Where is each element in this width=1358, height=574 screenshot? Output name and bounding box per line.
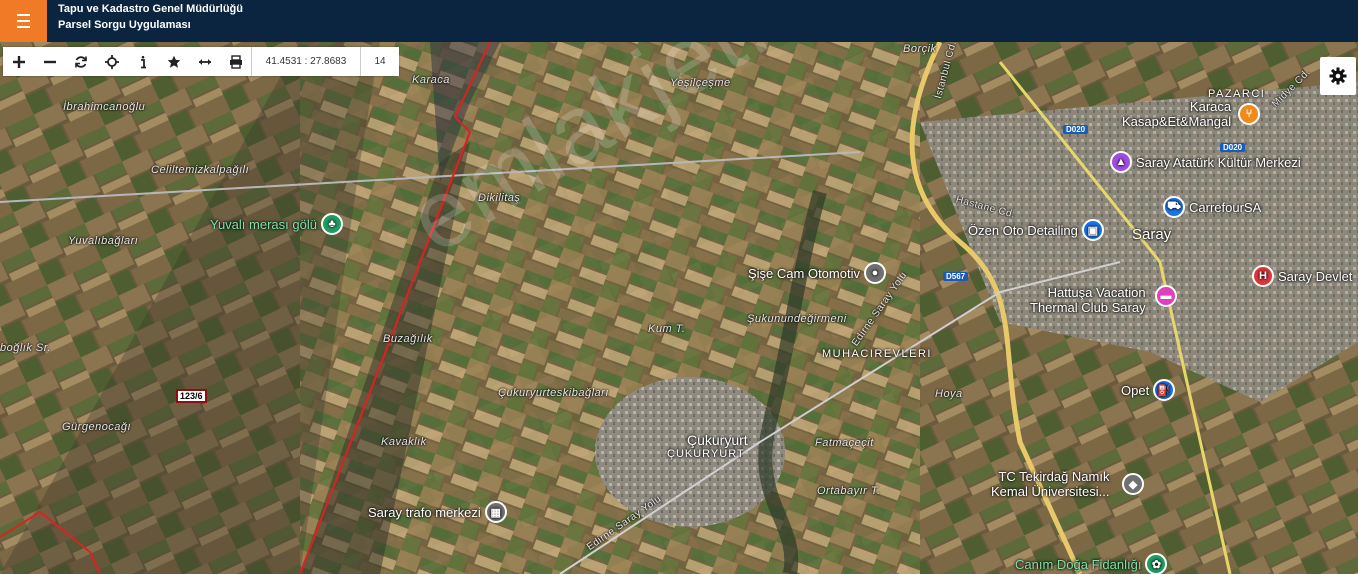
shopping-cart-icon: ⛟: [1163, 196, 1185, 218]
poi-opet[interactable]: Opet ⛽: [1121, 379, 1176, 401]
refresh-button[interactable]: [65, 47, 96, 76]
town-label: Saray: [1132, 226, 1172, 243]
zoom-in-icon: [12, 55, 25, 68]
print-icon: [229, 54, 242, 69]
poi-label: Hattuşa Vacation: [1047, 285, 1146, 300]
place-label: Kum T.: [648, 323, 686, 335]
garden-icon: ✿: [1145, 553, 1168, 574]
town-label: Çukuryurt: [687, 432, 748, 448]
hospital-icon: H: [1252, 265, 1274, 287]
poi-hattusa[interactable]: Hattuşa Vacation Thermal Club Saray: [1030, 285, 1146, 315]
poi-label: Saray Devlet: [1278, 268, 1353, 284]
poi-label: Opet: [1121, 382, 1150, 398]
place-label: Buzağılık: [383, 333, 433, 345]
poi-label: Saray trafo merkezi: [368, 504, 481, 520]
app-title: Tapu ve Kadastro Genel Müdürlüğü: [58, 3, 243, 15]
poi-yuvali-merasi[interactable]: Yuvalı merası gölü ♣: [210, 213, 343, 235]
place-label: Yeşilçeşme: [670, 77, 731, 89]
restaurant-icon[interactable]: ⑂: [1238, 103, 1260, 125]
app-titles: Tapu ve Kadastro Genel Müdürlüğü Parsel …: [58, 1, 243, 33]
place-label: İbrahimcanoğlu: [63, 101, 146, 113]
poi-canim-doga[interactable]: Canım Doğa Fidanlığı ✿: [1015, 553, 1168, 574]
poi-label: TC Tekirdağ Namık: [998, 469, 1110, 484]
town-label: MUHACIREVLERI: [822, 348, 932, 360]
zoom-level: 14: [374, 56, 386, 67]
place-label: Hoya: [935, 388, 963, 400]
map-toolbar: 41.4531 : 27.8683 14: [3, 47, 399, 76]
poi-label: CarrefourSA: [1189, 199, 1262, 215]
poi-saray-trafo[interactable]: Saray trafo merkezi ▦: [368, 501, 507, 523]
road-shield: D020: [1063, 125, 1089, 134]
place-label: Borçik: [903, 43, 937, 55]
culture-icon: ▲: [1110, 151, 1132, 173]
place-label: Fatmaçeçit: [815, 437, 874, 449]
star-icon: [167, 55, 180, 68]
satellite-map[interactable]: emlakjet.com Karaca İbrahimcanoğlu Yeşil…: [0, 42, 1358, 574]
info-button[interactable]: [127, 47, 158, 76]
place-label: Karaca: [412, 74, 450, 86]
poi-label: Saray Atatürk Kültür Merkezi: [1136, 154, 1301, 170]
refresh-icon: [74, 55, 87, 68]
parcel-label[interactable]: 123/6: [176, 389, 207, 403]
poi-label: Yuvalı merası gölü: [210, 216, 317, 232]
poi-label: Şişe Cam Otomotiv: [748, 265, 860, 281]
poi-label: Karaca: [1189, 99, 1232, 114]
measure-button[interactable]: [189, 47, 220, 76]
app-subtitle: Parsel Sorgu Uygulaması: [58, 19, 191, 31]
poi-saray-devlet[interactable]: H Saray Devlet: [1252, 265, 1352, 287]
zoom-out-button[interactable]: [34, 47, 65, 76]
town-label: ÇUKURYURT: [667, 448, 745, 460]
poi-label: Özen Oto Detailing: [968, 222, 1078, 238]
poi-tc-namik[interactable]: TC Tekirdağ Namık Kemal Üniversitesi...: [991, 469, 1109, 499]
measure-icon: [198, 58, 211, 65]
place-label: Ortabayır T.: [817, 485, 881, 497]
location-pin-icon: ●: [863, 262, 886, 284]
favorite-button[interactable]: [158, 47, 189, 76]
park-icon: ♣: [320, 213, 343, 235]
building-icon: ▦: [484, 501, 507, 523]
poi-ozen-oto[interactable]: Özen Oto Detailing ▣: [968, 219, 1104, 241]
place-label: Şukunundeğirmeni: [747, 313, 847, 325]
place-label: Gürgenocağı: [62, 421, 132, 433]
hotel-icon[interactable]: ▬: [1155, 285, 1177, 307]
menu-button[interactable]: [0, 0, 47, 42]
poi-ataturk-kultur[interactable]: ▲ Saray Atatürk Kültür Merkezi: [1110, 151, 1301, 173]
gear-icon: [1329, 67, 1347, 85]
locate-button[interactable]: [96, 47, 127, 76]
zoom-in-button[interactable]: [3, 47, 34, 76]
place-label: Kavaklık: [381, 436, 427, 448]
poi-carrefour[interactable]: ⛟ CarrefourSA: [1163, 196, 1261, 218]
print-button[interactable]: [220, 47, 251, 76]
place-label: boğlık Sr.: [0, 342, 52, 354]
app-header: Tapu ve Kadastro Genel Müdürlüğü Parsel …: [0, 0, 1358, 42]
coordinate-display: 41.4531 : 27.8683: [251, 47, 361, 76]
place-label: Celiltemizkalpağılı: [151, 164, 250, 176]
place-label: Dikilitaş: [478, 192, 521, 204]
fuel-icon: ⛽: [1153, 379, 1176, 401]
locate-icon: [104, 54, 119, 69]
place-label: Yuvalıbağları: [68, 235, 139, 247]
poi-label: Kemal Üniversitesi...: [991, 484, 1110, 499]
poi-label: Kasap&Et&Mangal: [1122, 114, 1232, 129]
settings-button[interactable]: [1320, 57, 1356, 95]
poi-label: Thermal Club Saray: [1030, 300, 1146, 315]
car-service-icon: ▣: [1081, 219, 1104, 241]
school-icon[interactable]: ◆: [1122, 473, 1144, 495]
road-shield: D567: [943, 272, 969, 281]
info-icon: [140, 55, 146, 68]
poi-sise-cam[interactable]: Şişe Cam Otomotiv ●: [748, 262, 886, 284]
place-label: Çukuryurteskibağları: [498, 387, 609, 399]
poi-karaca-kasap[interactable]: Karaca Kasap&Et&Mangal: [1122, 99, 1231, 129]
hamburger-icon: [17, 12, 30, 30]
zoom-out-icon: [43, 60, 56, 63]
poi-label: Canım Doğa Fidanlığı: [1015, 556, 1142, 572]
